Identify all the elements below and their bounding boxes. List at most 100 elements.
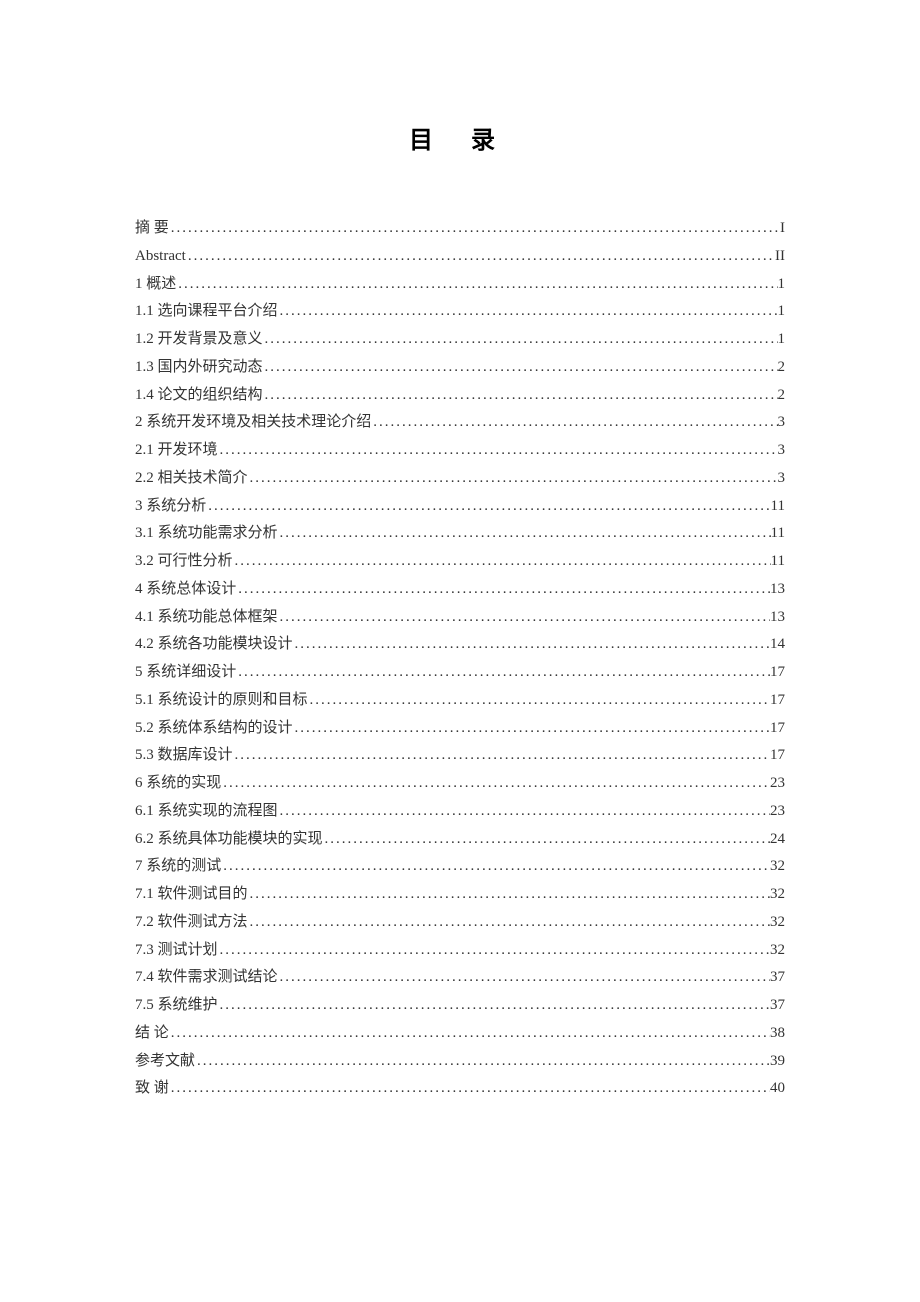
toc-entry: 7.4 软件需求测试结论 37 bbox=[135, 964, 785, 992]
toc-entry-page: 17 bbox=[770, 687, 785, 715]
toc-entry-page: 38 bbox=[770, 1020, 785, 1048]
toc-entry: 7.1 软件测试目的 32 bbox=[135, 881, 785, 909]
toc-entry-label: 7.1 软件测试目的 bbox=[135, 881, 248, 909]
toc-entry: AbstractII bbox=[135, 243, 785, 271]
toc-entry-label: 1.3 国内外研究动态 bbox=[135, 354, 263, 382]
toc-entry-label: 2.2 相关技术简介 bbox=[135, 465, 248, 493]
toc-entry: 7.5 系统维护 37 bbox=[135, 992, 785, 1020]
toc-entry-label: 5.2 系统体系结构的设计 bbox=[135, 715, 293, 743]
toc-entry-page: 37 bbox=[770, 992, 785, 1020]
toc-entry-page: 17 bbox=[770, 659, 785, 687]
toc-entry: 3.1 系统功能需求分析 11 bbox=[135, 520, 785, 548]
toc-entry-label: 3 系统分析 bbox=[135, 493, 206, 521]
toc-entry-page: 2 bbox=[778, 354, 786, 382]
toc-leader-dots bbox=[278, 798, 770, 826]
toc-entry: 2 系统开发环境及相关技术理论介绍3 bbox=[135, 409, 785, 437]
toc-entry: 5.2 系统体系结构的设计17 bbox=[135, 715, 785, 743]
toc-leader-dots bbox=[248, 881, 770, 909]
toc-entry-page: 14 bbox=[770, 631, 785, 659]
toc-entry: 2.2 相关技术简介 3 bbox=[135, 465, 785, 493]
toc-leader-dots bbox=[176, 271, 777, 299]
toc-entry-page: 32 bbox=[770, 853, 785, 881]
toc-entry-page: 24 bbox=[770, 826, 785, 854]
toc-entry-page: 37 bbox=[770, 964, 785, 992]
toc-entry-page: 40 bbox=[770, 1075, 785, 1103]
toc-leader-dots bbox=[221, 770, 770, 798]
toc-leader-dots bbox=[278, 298, 778, 326]
toc-entry-page: 17 bbox=[770, 742, 785, 770]
toc-entry-page: 23 bbox=[770, 770, 785, 798]
toc-entry-page: 11 bbox=[771, 520, 785, 548]
toc-entry: 参考文献 39 bbox=[135, 1048, 785, 1076]
toc-entry-page: 3 bbox=[778, 465, 786, 493]
toc-entry-label: 5 系统详细设计 bbox=[135, 659, 236, 687]
toc-leader-dots bbox=[233, 548, 771, 576]
toc-entry-page: 32 bbox=[770, 909, 785, 937]
toc-entry-label: 参考文献 bbox=[135, 1048, 195, 1076]
toc-entry: 7 系统的测试32 bbox=[135, 853, 785, 881]
toc-leader-dots bbox=[218, 937, 770, 965]
toc-leader-dots bbox=[263, 326, 778, 354]
toc-leader-dots bbox=[371, 409, 777, 437]
toc-leader-dots bbox=[248, 465, 778, 493]
toc-entry-page: 3 bbox=[778, 409, 786, 437]
toc-entry: 摘 要I bbox=[135, 215, 785, 243]
toc-entry-label: 7.4 软件需求测试结论 bbox=[135, 964, 278, 992]
toc-entry: 4.2 系统各功能模块设计14 bbox=[135, 631, 785, 659]
toc-entry-page: 39 bbox=[770, 1048, 785, 1076]
toc-entry-page: 1 bbox=[778, 298, 786, 326]
toc-entry: 5.3 数据库设计 17 bbox=[135, 742, 785, 770]
toc-entry-page: 13 bbox=[770, 604, 785, 632]
table-of-contents: 摘 要IAbstractII1 概述11.1 选向课程平台介绍11.2 开发背景… bbox=[135, 215, 785, 1103]
toc-leader-dots bbox=[263, 382, 778, 410]
toc-entry-label: 4.1 系统功能总体框架 bbox=[135, 604, 278, 632]
toc-entry-label: 摘 要 bbox=[135, 215, 169, 243]
toc-entry: 2.1 开发环境3 bbox=[135, 437, 785, 465]
toc-leader-dots bbox=[221, 853, 770, 881]
toc-entry: 7.3 测试计划32 bbox=[135, 937, 785, 965]
toc-entry-label: 1.2 开发背景及意义 bbox=[135, 326, 263, 354]
toc-entry-label: 2.1 开发环境 bbox=[135, 437, 218, 465]
toc-leader-dots bbox=[278, 520, 771, 548]
toc-entry: 5.1 系统设计的原则和目标17 bbox=[135, 687, 785, 715]
toc-entry-label: 3.1 系统功能需求分析 bbox=[135, 520, 278, 548]
toc-leader-dots bbox=[169, 1020, 770, 1048]
toc-leader-dots bbox=[169, 215, 780, 243]
toc-leader-dots bbox=[263, 354, 778, 382]
toc-entry-label: 3.2 可行性分析 bbox=[135, 548, 233, 576]
toc-entry-label: 1 概述 bbox=[135, 271, 176, 299]
toc-entry: 7.2 软件测试方法32 bbox=[135, 909, 785, 937]
toc-entry: 4.1 系统功能总体框架 13 bbox=[135, 604, 785, 632]
page-title: 目 录 bbox=[135, 120, 785, 155]
toc-entry: 6.2 系统具体功能模块的实现 24 bbox=[135, 826, 785, 854]
toc-entry-page: 11 bbox=[771, 548, 785, 576]
toc-leader-dots bbox=[323, 826, 770, 854]
toc-leader-dots bbox=[206, 493, 770, 521]
toc-entry-label: 4 系统总体设计 bbox=[135, 576, 236, 604]
toc-entry: 1 概述1 bbox=[135, 271, 785, 299]
toc-entry-label: 7.5 系统维护 bbox=[135, 992, 218, 1020]
toc-leader-dots bbox=[233, 742, 770, 770]
toc-entry: 3 系统分析 11 bbox=[135, 493, 785, 521]
toc-entry-page: 13 bbox=[770, 576, 785, 604]
toc-entry-label: 5.3 数据库设计 bbox=[135, 742, 233, 770]
toc-entry: 1.4 论文的组织结构 2 bbox=[135, 382, 785, 410]
toc-leader-dots bbox=[248, 909, 770, 937]
toc-leader-dots bbox=[293, 715, 770, 743]
toc-entry-page: 11 bbox=[771, 493, 785, 521]
toc-leader-dots bbox=[278, 604, 770, 632]
toc-leader-dots bbox=[236, 576, 770, 604]
toc-entry: 1.2 开发背景及意义1 bbox=[135, 326, 785, 354]
toc-entry-page: 2 bbox=[778, 382, 786, 410]
toc-entry-label: 6.2 系统具体功能模块的实现 bbox=[135, 826, 323, 854]
toc-entry-label: 1.1 选向课程平台介绍 bbox=[135, 298, 278, 326]
toc-entry-page: 32 bbox=[770, 881, 785, 909]
toc-entry-label: 6 系统的实现 bbox=[135, 770, 221, 798]
toc-entry-page: 23 bbox=[770, 798, 785, 826]
toc-entry-page: I bbox=[780, 215, 785, 243]
toc-leader-dots bbox=[218, 992, 770, 1020]
document-page: 目 录 摘 要IAbstractII1 概述11.1 选向课程平台介绍11.2 … bbox=[0, 0, 920, 1203]
toc-entry-label: 7.3 测试计划 bbox=[135, 937, 218, 965]
toc-entry-label: 1.4 论文的组织结构 bbox=[135, 382, 263, 410]
toc-entry-page: II bbox=[775, 243, 785, 271]
